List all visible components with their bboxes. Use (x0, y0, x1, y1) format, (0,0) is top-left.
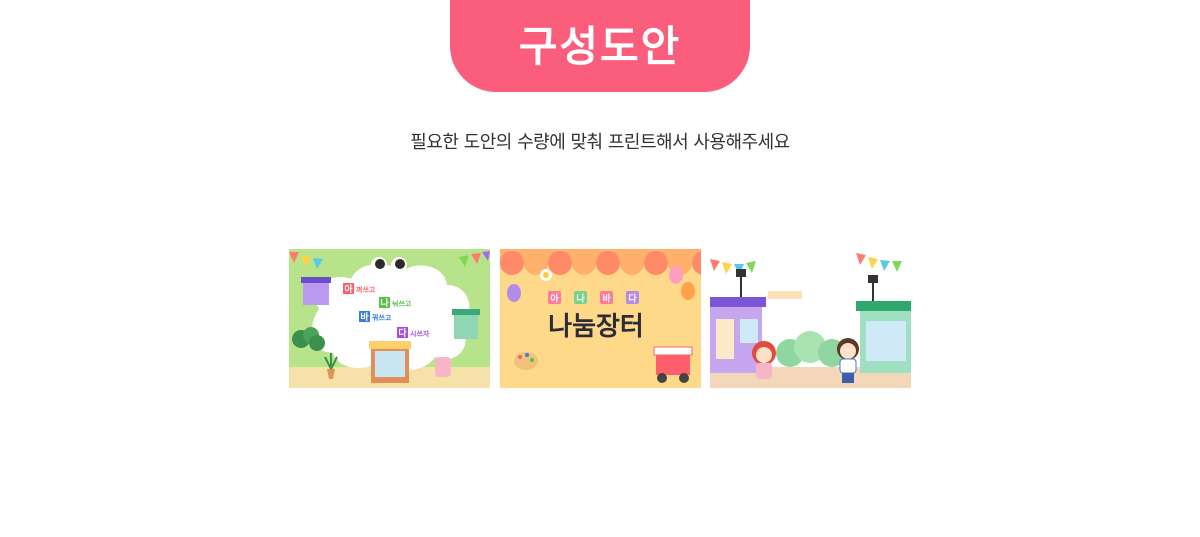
row-4-text: 시쓰자 (410, 329, 430, 338)
thumbnail-2-illustration: 아 나 바 다 나눔장터 (500, 249, 701, 388)
design-thumbnail-3 (710, 249, 911, 388)
thumbnail-3-illustration (710, 249, 911, 388)
row-1-syllable: 아 (344, 283, 353, 295)
row-3-text: 꿔쓰고 (372, 313, 392, 322)
design-thumbnail-2: 아 나 바 다 나눔장터 (500, 249, 701, 388)
page-subtitle: 필요한 도안의 수량에 맞춰 프린트해서 사용해주세요 (410, 132, 790, 153)
small-syllable-4: 다 (628, 293, 637, 305)
small-syllable-3: 바 (602, 293, 611, 305)
small-syllable-1: 아 (550, 293, 559, 305)
row-1-text: 껴쓰고 (356, 285, 376, 294)
row-2-text: 눠쓰고 (392, 299, 412, 308)
row-2-syllable: 나 (380, 297, 389, 309)
small-syllable-2: 나 (576, 293, 585, 305)
thumbnail-1-illustration: 아 껴쓰고 나 눠쓰고 바 꿔쓰고 다 시쓰자 (289, 249, 490, 388)
row-4-syllable: 다 (398, 327, 407, 339)
page-title: 구성도안 (518, 21, 682, 71)
design-thumbnail-1: 아 껴쓰고 나 눠쓰고 바 꿔쓰고 다 시쓰자 (289, 249, 490, 388)
title-badge: 구성도안 (450, 0, 750, 92)
thumbnail-2-big-title: 나눔장터 (548, 312, 644, 342)
row-3-syllable: 바 (360, 311, 369, 323)
